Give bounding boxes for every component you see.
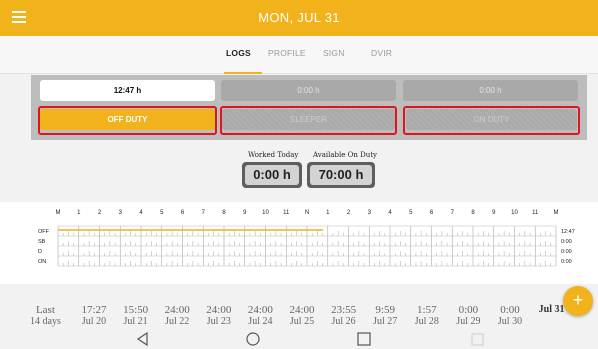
history-day[interactable]: 15:50 Jul 21 [116, 304, 156, 328]
row-total: 0:00 [561, 239, 572, 245]
add-event-button[interactable]: + [563, 286, 593, 316]
sleeper-time: 0:00 h [221, 80, 396, 101]
tab-sign[interactable]: SIGN [323, 48, 345, 58]
history-day[interactable]: 24:00 Jul 23 [199, 304, 239, 328]
history-day-hours: 24:00 [289, 304, 315, 316]
plus-icon: + [572, 290, 584, 310]
history-day-hours: 1:57 [417, 304, 437, 316]
hour-label: 5 [409, 210, 413, 216]
hour-label: 6 [430, 210, 434, 216]
home-icon[interactable] [246, 332, 260, 346]
history-day-hours: 24:00 [206, 304, 232, 316]
history-day-date: Jul 26 [331, 316, 356, 327]
history-day-date: Jul 22 [165, 316, 190, 327]
worked-today-label: Worked Today [248, 151, 299, 159]
app-header: MON, JUL 31 [0, 0, 598, 36]
hour-label: 4 [388, 210, 392, 216]
tab-logs[interactable]: LOGS [226, 48, 251, 58]
history-day-date: Jul 25 [289, 316, 315, 327]
history-day-date: Jul 30 [497, 316, 523, 327]
history-day-hours: 0:00 [500, 304, 520, 316]
history-day[interactable]: 0:00 Jul 29 [448, 304, 488, 328]
history-day[interactable]: 0:00 Jul 30 [490, 304, 530, 328]
history-day-date: Jul 23 [206, 316, 231, 327]
history-day-date: Jul 27 [373, 316, 398, 327]
available-on-duty-label: Available On Duty [313, 151, 377, 159]
history-day[interactable]: 1:57 Jul 28 [407, 304, 447, 328]
history-day-date: Jul 20 [81, 316, 107, 327]
hour-label: M [554, 210, 559, 216]
available-on-duty-value: 70:00 h [310, 165, 372, 185]
recents-icon[interactable] [357, 332, 371, 346]
row-label: D [38, 249, 42, 255]
history-day-hours: 9:59 [375, 304, 395, 316]
sleeper-highlight [220, 106, 397, 135]
hour-label: 7 [202, 210, 206, 216]
history-day-hours: 24:00 [247, 304, 273, 316]
history-day-date: Jul 28 [414, 316, 439, 327]
row-total: 0:00 [561, 259, 572, 265]
active-tab-indicator [224, 72, 262, 74]
hour-label: 10 [262, 210, 269, 216]
hour-label: 8 [222, 210, 226, 216]
hour-label: 6 [181, 210, 185, 216]
history-day-date: Jul 21 [123, 316, 148, 327]
worked-today-box: 0:00 h [242, 162, 302, 188]
hour-label: 1 [326, 210, 330, 216]
history-day-hours: 0:00 [458, 304, 479, 316]
hours-summary: Worked Today Available On Duty 0:00 h 70… [0, 140, 598, 202]
tab-dvir[interactable]: DVIR [371, 48, 392, 58]
history-day[interactable]: 24:00 Jul 24 [240, 304, 280, 328]
row-label: OFF [38, 229, 50, 235]
system-nav-bar [0, 329, 598, 349]
tab-profile[interactable]: PROFILE [268, 48, 306, 58]
hour-label: M [56, 210, 61, 216]
hour-label: 11 [532, 210, 539, 216]
worked-today-value: 0:00 h [245, 165, 299, 185]
back-icon[interactable] [136, 331, 148, 347]
hour-label: 2 [347, 210, 351, 216]
off-duty-highlight [38, 106, 217, 135]
history-day-date: Jul 24 [248, 316, 273, 327]
hour-label: 2 [98, 210, 102, 216]
history-first-label: Last 14 days [30, 304, 61, 327]
hour-label: 8 [471, 210, 475, 216]
history-day-hours: 15:50 [123, 304, 149, 316]
app-shortcut-icon [471, 333, 484, 346]
hour-label: 3 [119, 210, 123, 216]
history-day-date: Jul 29 [456, 316, 481, 327]
on-duty-time: 0:00 h [403, 80, 578, 101]
hour-label: 9 [492, 210, 496, 216]
hour-label: 1 [77, 210, 81, 216]
hour-label: 5 [160, 210, 164, 216]
hour-label: 4 [139, 210, 143, 216]
history-day-hours: 24:00 [164, 304, 190, 316]
available-on-duty-box: 70:00 h [307, 162, 375, 188]
on-duty-highlight [403, 106, 580, 135]
app-screen: MON, JUL 31 LOGS PROFILE SIGN DVIR 12:47… [0, 0, 598, 349]
row-total: 12:47 [561, 229, 575, 235]
hour-label: 11 [283, 210, 290, 216]
history-day[interactable]: 24:00 Jul 22 [157, 304, 197, 328]
history-day-hours: 23:55 [331, 304, 357, 316]
history-day[interactable]: 23:55 Jul 26 [324, 304, 364, 328]
hour-label: N [305, 210, 309, 216]
log-graph-svg: M 1 2 3 4 5 6 7 8 9 10 11 N 1 2 3 4 5 6 7 8 9 10 11 M OFF 12:47 SB 0… [38, 210, 575, 267]
row-total: 0:00 [561, 249, 572, 255]
log-graph: M 1 2 3 4 5 6 7 8 9 10 11 N 1 2 3 4 5 6 7 8 9 10 11 M OFF 12:47 SB 0… [0, 202, 598, 284]
row-label: ON [38, 259, 46, 265]
history-day-hours: 17:27 [81, 304, 107, 316]
hour-label: 7 [451, 210, 455, 216]
history-day[interactable]: 17:27 Jul 20 [74, 304, 114, 328]
history-day[interactable]: 9:59 Jul 27 [365, 304, 405, 328]
history-day[interactable]: 24:00 Jul 25 [282, 304, 322, 328]
hour-label: 10 [511, 210, 518, 216]
hour-label: 9 [243, 210, 247, 216]
header-date: MON, JUL 31 [258, 10, 340, 25]
tab-bar: LOGS PROFILE SIGN DVIR [0, 36, 598, 74]
row-label: SB [38, 239, 46, 245]
hour-label: 3 [368, 210, 372, 216]
off-duty-time: 12:47 h [40, 80, 215, 101]
